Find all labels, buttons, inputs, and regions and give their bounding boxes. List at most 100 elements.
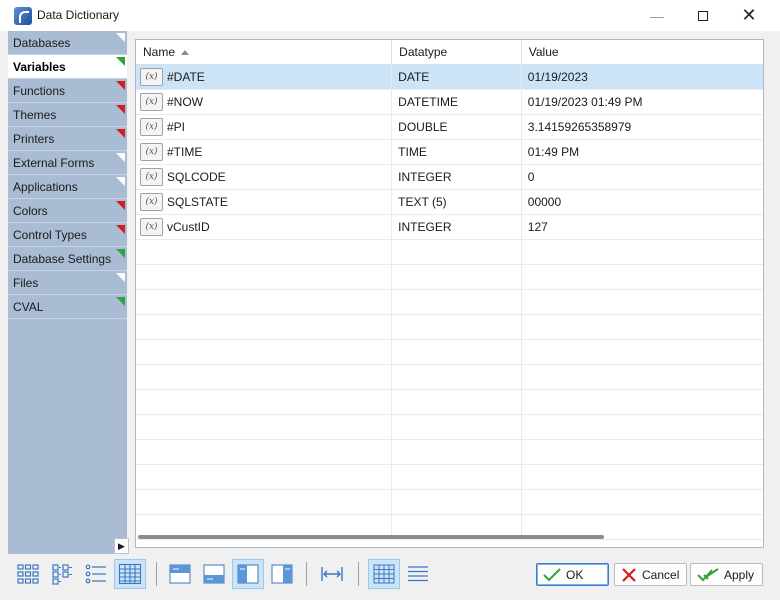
cancel-button[interactable]: Cancel xyxy=(614,563,687,586)
window-title: Data Dictionary xyxy=(37,8,120,22)
sidebar-item-control-types[interactable]: Control Types xyxy=(8,223,127,247)
variable-icon: (x) xyxy=(140,218,163,236)
preview-top-icon xyxy=(168,563,192,585)
cell-name: (x) vCustID xyxy=(136,215,393,239)
empty-row xyxy=(136,440,763,465)
cell-name: (x) SQLCODE xyxy=(136,165,393,189)
table-row[interactable]: (x) #TIME TIME 01:49 PM xyxy=(136,140,763,165)
status-marker-icon xyxy=(116,249,125,258)
preview-top-button[interactable] xyxy=(164,559,196,589)
variable-icon: (x) xyxy=(140,193,163,211)
cell-value: 01:49 PM xyxy=(527,145,580,159)
sidebar-scroll-button[interactable]: ▶ xyxy=(114,538,129,554)
empty-row xyxy=(136,290,763,315)
sidebar-item-applications[interactable]: Applications xyxy=(8,175,127,199)
apply-button[interactable]: Apply xyxy=(690,563,763,586)
maximize-button[interactable] xyxy=(680,0,726,31)
title-bar: Data Dictionary — ✕ xyxy=(0,0,780,31)
grid-lines-icon xyxy=(372,563,396,585)
status-marker-icon xyxy=(116,81,125,90)
cell-value: 01/19/2023 01:49 PM xyxy=(527,95,643,109)
sidebar-item-external-forms[interactable]: External Forms xyxy=(8,151,127,175)
status-marker-icon xyxy=(116,105,125,114)
row-lines-icon xyxy=(406,563,430,585)
table-row[interactable]: (x) #NOW DATETIME 01/19/2023 01:49 PM xyxy=(136,90,763,115)
cell-value: 3.14159265358979 xyxy=(527,120,632,134)
sidebar-item-colors[interactable]: Colors xyxy=(8,199,127,223)
empty-row xyxy=(136,265,763,290)
horizontal-scrollbar[interactable] xyxy=(138,535,604,539)
empty-row xyxy=(136,490,763,515)
cell-name: (x) #TIME xyxy=(136,140,393,164)
table-row[interactable]: (x) SQLCODE INTEGER 0 xyxy=(136,165,763,190)
cancel-x-icon xyxy=(622,567,636,582)
variable-icon: (x) xyxy=(140,143,163,161)
details-view-icon xyxy=(118,563,142,585)
sidebar-item-files[interactable]: Files xyxy=(8,271,127,295)
status-marker-icon xyxy=(116,177,125,186)
preview-bottom-icon xyxy=(202,563,226,585)
empty-row xyxy=(136,465,763,490)
empty-row xyxy=(136,340,763,365)
sidebar-item-databases[interactable]: Databases xyxy=(8,31,127,55)
table-row[interactable]: (x) vCustID INTEGER 127 xyxy=(136,215,763,240)
toolbar-separator xyxy=(358,562,359,586)
double-check-icon xyxy=(697,567,719,581)
status-marker-icon xyxy=(116,153,125,162)
sidebar-item-database-settings[interactable]: Database Settings xyxy=(8,247,127,271)
empty-row xyxy=(136,415,763,440)
table-row[interactable]: (x) #PI DOUBLE 3.14159265358979 xyxy=(136,115,763,140)
empty-row xyxy=(136,390,763,415)
cell-datatype: TIME xyxy=(392,140,522,164)
sidebar-item-themes[interactable]: Themes xyxy=(8,103,127,127)
sidebar-item-functions[interactable]: Functions xyxy=(8,79,127,103)
small-icons-view-icon xyxy=(50,563,74,585)
close-icon: ✕ xyxy=(741,5,757,25)
fit-columns-icon xyxy=(320,563,344,585)
sidebar-item-label: Variables xyxy=(13,60,66,74)
table-row[interactable]: (x) #DATE DATE 01/19/2023 xyxy=(136,65,763,90)
grid-header: Name Datatype Value xyxy=(136,40,763,65)
sidebar-item-label: External Forms xyxy=(13,156,95,170)
ok-button[interactable]: OK xyxy=(536,563,609,586)
sidebar-item-label: Printers xyxy=(13,132,55,146)
status-marker-icon xyxy=(116,57,125,66)
toolbar-separator xyxy=(156,562,157,586)
bottom-toolbar: OK Cancel Apply xyxy=(8,556,772,594)
sidebar-item-cval[interactable]: CVAL xyxy=(8,295,127,319)
sidebar-item-label: Control Types xyxy=(13,228,87,242)
status-marker-icon xyxy=(116,273,125,282)
table-row[interactable]: (x) SQLSTATE TEXT (5) 00000 xyxy=(136,190,763,215)
status-marker-icon xyxy=(116,225,125,234)
chevron-right-icon: ▶ xyxy=(118,540,125,551)
grid-lines-button[interactable] xyxy=(368,559,400,589)
fit-columns-button[interactable] xyxy=(316,559,348,589)
sidebar-item-label: Files xyxy=(13,276,39,290)
list-view-button[interactable] xyxy=(80,559,112,589)
column-header-name[interactable]: Name xyxy=(136,40,393,64)
status-marker-icon xyxy=(116,201,125,210)
details-view-button[interactable] xyxy=(114,559,146,589)
cell-datatype: DATETIME xyxy=(392,90,522,114)
sidebar-item-label: Colors xyxy=(13,204,48,218)
sidebar-item-label: Database Settings xyxy=(13,252,112,266)
preview-right-icon xyxy=(270,563,294,585)
preview-right-button[interactable] xyxy=(266,559,298,589)
sidebar-item-variables[interactable]: Variables xyxy=(8,55,127,79)
large-icons-view-button[interactable] xyxy=(12,559,44,589)
check-icon xyxy=(543,567,561,581)
cell-datatype: TEXT (5) xyxy=(392,190,522,214)
preview-left-button[interactable] xyxy=(232,559,264,589)
minimize-button[interactable]: — xyxy=(634,0,680,31)
status-marker-icon xyxy=(116,129,125,138)
small-icons-view-button[interactable] xyxy=(46,559,78,589)
row-lines-button[interactable] xyxy=(402,559,434,589)
column-header-value[interactable]: Value xyxy=(522,40,763,64)
maximize-icon xyxy=(698,10,708,21)
sidebar-item-printers[interactable]: Printers xyxy=(8,127,127,151)
column-header-datatype[interactable]: Datatype xyxy=(392,40,522,64)
close-button[interactable]: ✕ xyxy=(726,0,772,31)
preview-bottom-button[interactable] xyxy=(198,559,230,589)
cell-value: 127 xyxy=(527,220,548,234)
preview-left-icon xyxy=(236,563,260,585)
